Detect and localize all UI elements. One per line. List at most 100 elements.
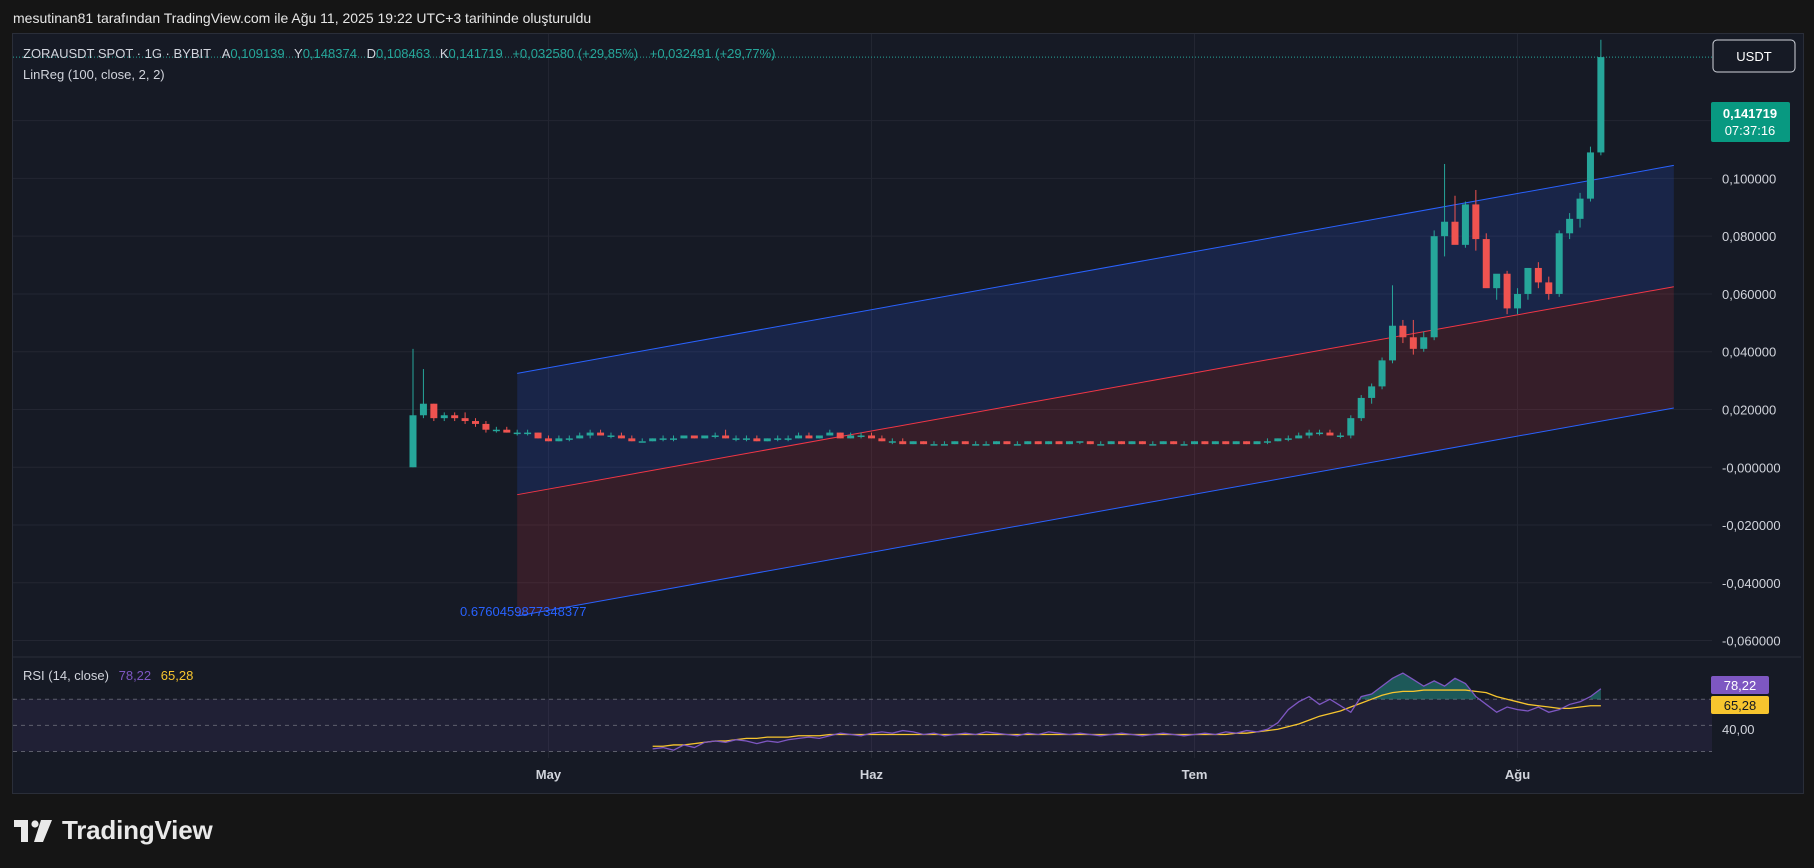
- candle: [1191, 441, 1198, 445]
- candle-body: [836, 432, 844, 439]
- candle-body: [1576, 198, 1584, 219]
- candle-body: [1024, 441, 1032, 445]
- candle-body: [1128, 441, 1136, 445]
- candle: [993, 441, 1001, 445]
- candle-body: [430, 403, 438, 419]
- currency-button[interactable]: USDT: [1712, 39, 1796, 73]
- candle-body: [774, 438, 782, 440]
- candle: [461, 412, 469, 424]
- legend-ohlc: ZORAUSDT SPOT · 1G · BYBIT A0,109139 Y0,…: [23, 46, 776, 61]
- legend-low-value: 0,108463: [376, 46, 430, 61]
- candle: [430, 403, 438, 422]
- legend-open-value: 0,109139: [230, 46, 284, 61]
- candle-body: [1149, 444, 1157, 446]
- candle-body: [1222, 441, 1230, 445]
- candle-body: [451, 415, 459, 419]
- candle-body: [1065, 441, 1073, 445]
- candle-body: [1347, 418, 1355, 436]
- time-tick-label: Ağu: [1505, 767, 1530, 782]
- candle-body: [1534, 267, 1542, 283]
- candle-body: [659, 438, 667, 440]
- candle-body: [1430, 236, 1438, 338]
- candle-body: [1253, 441, 1261, 445]
- candle-body: [1305, 432, 1313, 436]
- time-tick-label: May: [536, 767, 562, 782]
- rsi-ma-legend: 65,28: [161, 668, 194, 683]
- candle-body: [1461, 204, 1469, 245]
- time-axis[interactable]: May Haz Tem Ağu: [536, 767, 1530, 782]
- price-tick-label: -0,020000: [1722, 518, 1781, 533]
- candle-body: [576, 435, 584, 439]
- last-price-tag: 0,141719 07:37:16: [1711, 102, 1790, 142]
- candle: [690, 435, 698, 439]
- candle-body: [1138, 441, 1146, 445]
- candle-body: [888, 441, 896, 443]
- candle-body: [472, 421, 480, 424]
- candle-body: [1357, 397, 1365, 419]
- candle-body: [732, 438, 740, 440]
- chart-canvas[interactable]: 0,1200000,1000000,0800000,0600000,040000…: [0, 0, 1814, 868]
- candle-body: [1555, 233, 1563, 294]
- candle: [680, 435, 688, 439]
- candle: [492, 426, 500, 433]
- price-tick-label: 0,020000: [1722, 402, 1776, 417]
- candle-body: [805, 435, 813, 439]
- candle: [482, 421, 490, 433]
- candle: [1128, 441, 1136, 445]
- candle-body: [1118, 441, 1126, 445]
- legend-high-value: 0,148374: [303, 46, 357, 61]
- candle-body: [1420, 337, 1428, 349]
- tradingview-logo[interactable]: TradingView: [14, 815, 213, 846]
- candle-body: [1295, 435, 1303, 439]
- price-axis[interactable]: 0,1200000,1000000,0800000,0600000,040000…: [1722, 114, 1781, 649]
- candle-body: [742, 438, 750, 440]
- candle-body: [753, 438, 761, 442]
- candle: [1274, 438, 1282, 442]
- candle-body: [1451, 221, 1459, 245]
- candle: [419, 369, 427, 419]
- candle-body: [503, 429, 511, 433]
- candle: [1118, 441, 1126, 445]
- candle-body: [1409, 337, 1417, 349]
- candle-body: [544, 438, 552, 442]
- candle: [815, 435, 823, 439]
- linreg-correlation-label: 0.6760459877348377: [460, 604, 587, 619]
- candle: [1503, 270, 1511, 315]
- candle: [1347, 415, 1355, 439]
- candle-body: [565, 438, 573, 440]
- candle-body: [867, 435, 875, 439]
- tradingview-logo-icon: [14, 819, 52, 842]
- candle-body: [1514, 293, 1522, 309]
- candle: [440, 412, 448, 422]
- candle-body: [1055, 441, 1063, 445]
- candle-body: [1566, 218, 1574, 234]
- price-tick-label: 0,060000: [1722, 287, 1776, 302]
- candle-body: [1524, 267, 1532, 294]
- candle-body: [909, 441, 917, 445]
- candle-body: [878, 438, 886, 442]
- candle-body: [1597, 57, 1605, 153]
- candle-body: [1086, 441, 1094, 445]
- price-tick-label: 0,100000: [1722, 171, 1776, 186]
- candle-body: [461, 418, 469, 422]
- candle-body: [1388, 325, 1396, 361]
- candle-body: [961, 441, 969, 445]
- candle-body: [1336, 435, 1344, 437]
- candle-body: [555, 438, 563, 442]
- candle-body: [597, 432, 605, 436]
- candle: [1201, 441, 1209, 445]
- candle-body: [1170, 441, 1178, 445]
- candle: [1378, 357, 1386, 390]
- candle-body: [1097, 444, 1105, 446]
- candle-body: [1326, 432, 1334, 436]
- legend-linreg[interactable]: LinReg (100, close, 2, 2): [23, 67, 165, 82]
- legend-symbol[interactable]: ZORAUSDT SPOT · 1G · BYBIT: [23, 46, 211, 61]
- candle-body: [1180, 444, 1188, 446]
- legend-close-label: K: [440, 46, 449, 61]
- candle: [836, 432, 844, 439]
- candle-body: [649, 438, 657, 442]
- candle-body: [482, 423, 490, 430]
- svg-text:65,28: 65,28: [1724, 698, 1757, 713]
- rsi-legend[interactable]: RSI (14, close) 78,22 65,28: [23, 668, 193, 683]
- candle-body: [680, 435, 688, 439]
